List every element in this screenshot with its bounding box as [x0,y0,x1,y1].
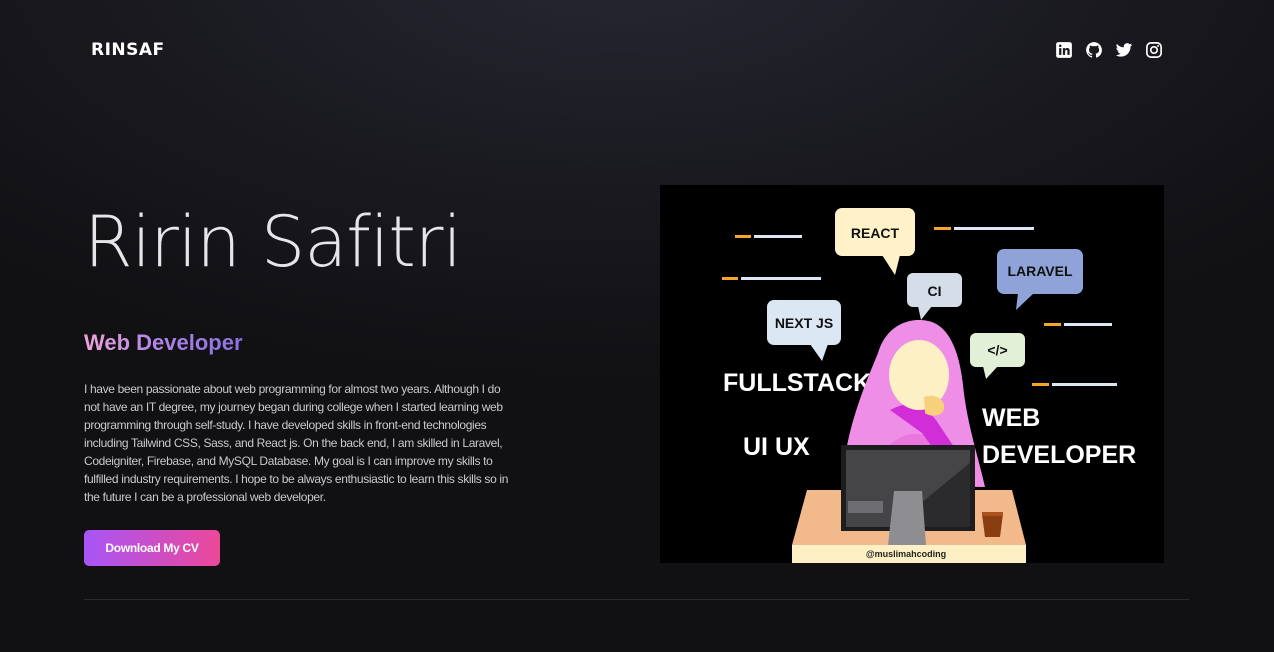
monitor [841,445,975,545]
laravel-bubble: LARAVEL [997,249,1083,310]
web-label: WEB [982,404,1040,432]
code-bubble-label: </> [987,342,1007,358]
developer-label: DEVELOPER [982,441,1136,469]
social-links [1054,39,1164,60]
instagram-link[interactable] [1144,39,1164,60]
hero-role: Web Developer [84,330,243,355]
github-icon [1086,41,1102,58]
code-bubble: </> [970,333,1025,379]
fullstack-label: FULLSTACK [723,369,871,397]
laravel-bubble-label: LARAVEL [1007,263,1073,279]
linkedin-link[interactable] [1054,39,1074,60]
download-cv-button[interactable]: Download My CV [84,530,220,566]
hero-bio: I have been passionate about web program… [84,382,509,504]
ci-bubble: CI [907,273,962,320]
section-divider [84,599,1189,600]
site-logo[interactable]: RINSAF [91,40,165,60]
instagram-icon [1146,41,1162,58]
linkedin-icon [1056,41,1072,58]
hero-name: Ririn Safitri [84,201,462,283]
hero-illustration: REACT CI LARAVEL NEXT JS </> FULLSTACK U… [660,185,1164,563]
react-bubble: REACT [835,208,915,275]
nextjs-bubble-label: NEXT JS [775,315,833,331]
github-link[interactable] [1084,39,1104,60]
twitter-icon [1115,42,1133,57]
uiux-label: UI UX [743,433,810,461]
twitter-link[interactable] [1114,39,1134,60]
nextjs-bubble: NEXT JS [767,300,841,361]
ci-bubble-label: CI [928,283,942,299]
illustration-credit: @muslimahcoding [866,549,946,559]
react-bubble-label: REACT [851,225,900,241]
